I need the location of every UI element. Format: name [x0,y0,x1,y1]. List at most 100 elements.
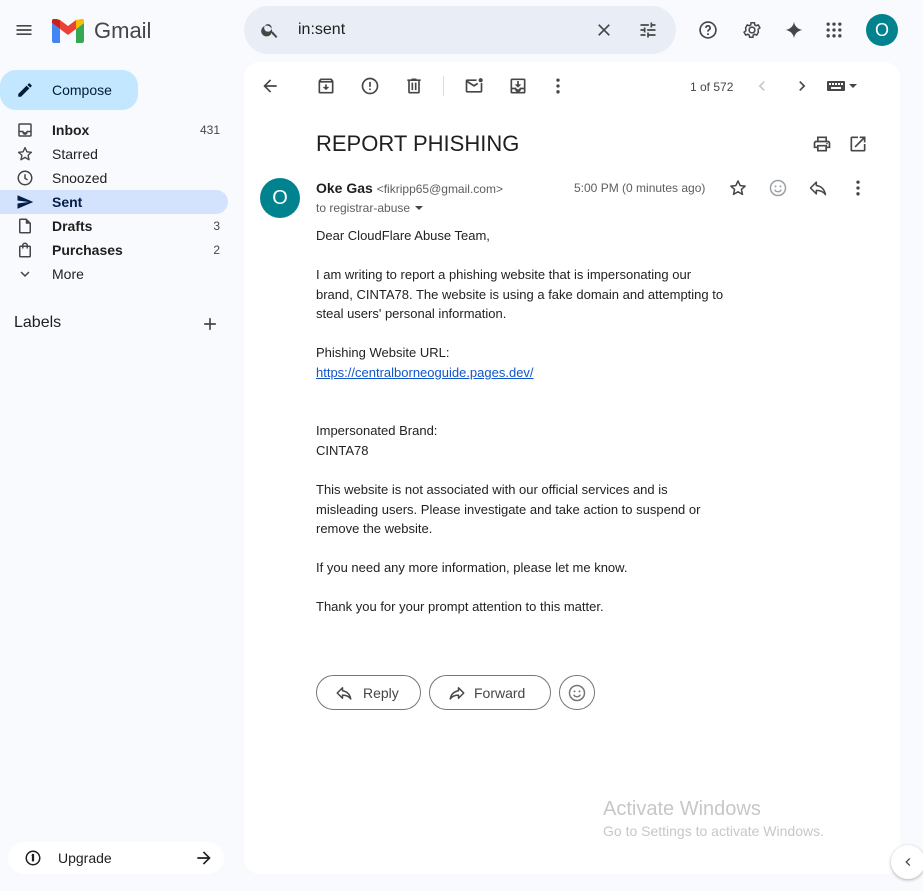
gemini-button[interactable] [774,10,814,50]
move-to-button[interactable] [498,66,538,106]
sidebar-item-inbox[interactable]: Inbox 431 [0,118,228,142]
reply-icon [336,686,352,700]
chevron-left-icon [905,858,911,866]
open-new-window-button[interactable] [838,124,878,164]
upgrade-label: Upgrade [58,850,112,866]
caret-down-icon [849,84,857,88]
body-line: steal users' personal information. [316,306,507,321]
create-label-button[interactable] [190,304,230,344]
compose-button[interactable]: Compose [0,70,138,110]
tune-icon [640,22,656,38]
url-label: Phishing Website URL: [316,345,450,360]
clear-search-button[interactable] [584,10,624,50]
back-button[interactable] [250,66,290,106]
message-more-button[interactable] [838,168,878,208]
body-paragraph-4: Thank you for your prompt attention to t… [316,599,604,614]
print-all-button[interactable] [802,124,842,164]
reply-icon-button[interactable] [798,168,838,208]
pagination-text: 1 of 572 [690,80,734,94]
settings-button[interactable] [732,10,772,50]
main-menu-button[interactable] [4,10,44,50]
activate-windows-subtitle: Go to Settings to activate Windows. [603,823,824,839]
brand-value: CINTA78 [316,443,369,458]
arrow-back-icon [263,79,277,93]
pencil-icon [18,83,32,97]
star-icon [16,145,34,163]
sparkle-icon [785,21,803,39]
arrow-right-icon [197,851,211,865]
report-spam-button[interactable] [350,66,390,106]
side-panel-toggle[interactable] [891,845,923,879]
reply-icon [809,181,827,196]
draft-icon [16,217,34,235]
draft-count: 3 [213,219,220,233]
body-line: This website is not associated with our … [316,482,668,497]
search-button[interactable] [250,10,290,50]
apps-grid-icon [826,22,842,38]
sender-avatar[interactable]: O [260,178,300,218]
recipients-line[interactable]: to registrar-abuse [316,201,424,215]
chevron-right-icon [799,81,806,91]
forward-label: Forward [474,684,526,701]
caret-down-icon [415,206,424,210]
more-vert-icon [856,180,860,196]
upgrade-button[interactable]: Upgrade [8,842,224,874]
activate-windows-title: Activate Windows [603,798,761,820]
reply-button[interactable]: Reply [316,675,421,710]
print-icon [813,136,831,152]
mark-unread-button[interactable] [454,66,494,106]
sidebar-item-sent[interactable]: Sent [0,190,228,214]
open-in-new-icon [850,136,866,152]
compose-label: Compose [52,82,112,98]
emoji-reaction-button[interactable] [559,675,595,710]
input-tools-button[interactable] [826,76,866,96]
support-button[interactable] [688,10,728,50]
star-button[interactable] [718,168,758,208]
search-bar [244,6,676,54]
search-input[interactable] [298,18,588,42]
forward-icon [449,686,465,700]
add-reaction-button[interactable] [758,168,798,208]
reply-label: Reply [363,684,399,701]
close-icon [598,24,610,36]
sidebar-item-starred[interactable]: Starred [0,142,228,166]
emoji-icon [769,179,787,197]
sidebar-item-drafts[interactable]: Drafts 3 [0,214,228,238]
star-icon [730,180,746,196]
phishing-url-link[interactable]: https://centralborneoguide.pages.dev/ [316,363,534,383]
archive-button[interactable] [306,66,346,106]
sidebar-item-label: Snoozed [52,170,108,186]
purchases-count: 2 [213,243,220,257]
sidebar-item-label: More [52,266,84,282]
apps-button[interactable] [814,10,854,50]
body-paragraph-1: I am writing to report a phishing websit… [316,265,723,324]
report-icon [361,77,379,95]
download-box-icon [510,78,526,94]
sidebar-item-snoozed[interactable]: Snoozed [0,166,228,190]
sidebar-item-label: Inbox [52,122,90,138]
newer-button[interactable] [742,66,782,106]
sidebar-item-more[interactable]: More [0,262,228,286]
toolbar-divider [443,76,444,96]
sidebar-item-purchases[interactable]: Purchases 2 [0,238,228,262]
sidebar-item-label: Purchases [52,242,123,258]
email-greeting: Dear CloudFlare Abuse Team, [316,228,490,243]
hamburger-menu-icon [16,25,32,35]
sidebar-item-label: Starred [52,146,98,162]
older-button[interactable] [782,66,822,106]
emoji-icon [568,684,586,701]
account-avatar[interactable]: O [866,14,898,46]
sender-line: Oke Gas <fikripp65@gmail.com> [316,180,503,196]
app-name: Gmail [94,18,152,43]
body-line: remove the website. [316,521,433,536]
gmail-logo[interactable]: Gmail [52,17,152,45]
delete-button[interactable] [394,66,434,106]
sender-name[interactable]: Oke Gas [316,180,373,196]
keyboard-icon [827,81,845,91]
forward-button[interactable]: Forward [429,675,551,710]
recipient-text: to registrar-abuse [316,201,411,215]
more-vert-icon [556,78,560,94]
body-line: brand, CINTA78. The website is using a f… [316,286,724,302]
more-actions-button[interactable] [538,66,578,106]
search-options-button[interactable] [628,10,668,50]
